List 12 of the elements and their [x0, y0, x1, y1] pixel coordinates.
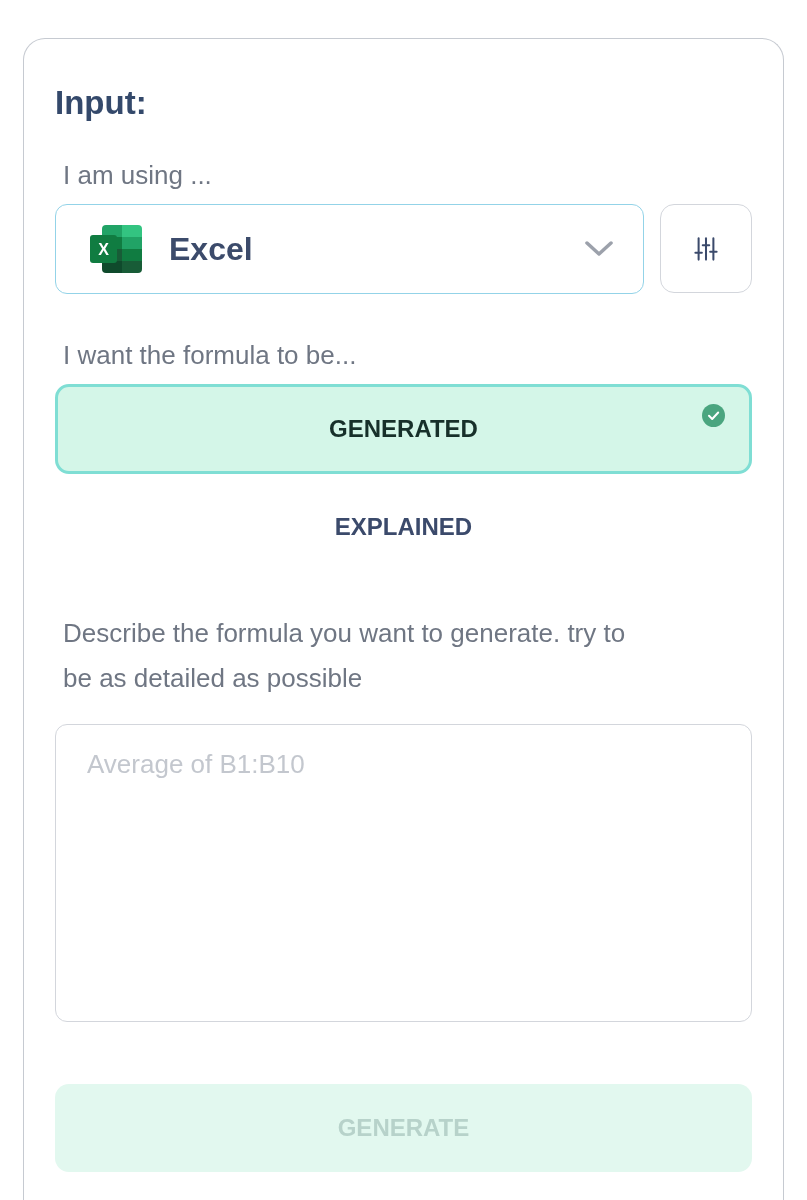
chevron-down-icon [585, 241, 613, 257]
description-field[interactable]: Average of B1:B10 [55, 724, 752, 1022]
mode-label: I want the formula to be... [62, 339, 357, 372]
mode-option[interactable]: EXPLAINED [55, 482, 752, 572]
mode-option[interactable]: GENERATED [55, 384, 752, 474]
settings-button[interactable] [660, 204, 752, 293]
check-circle-icon [702, 404, 725, 427]
description-label: Describe the formula you want to generate. try to be as detailed as possible [62, 617, 627, 695]
app-label: I am using ... [62, 159, 212, 192]
section-title: Input: [55, 83, 147, 123]
sliders-icon [694, 236, 718, 261]
app-select[interactable]: X Excel [55, 204, 644, 294]
